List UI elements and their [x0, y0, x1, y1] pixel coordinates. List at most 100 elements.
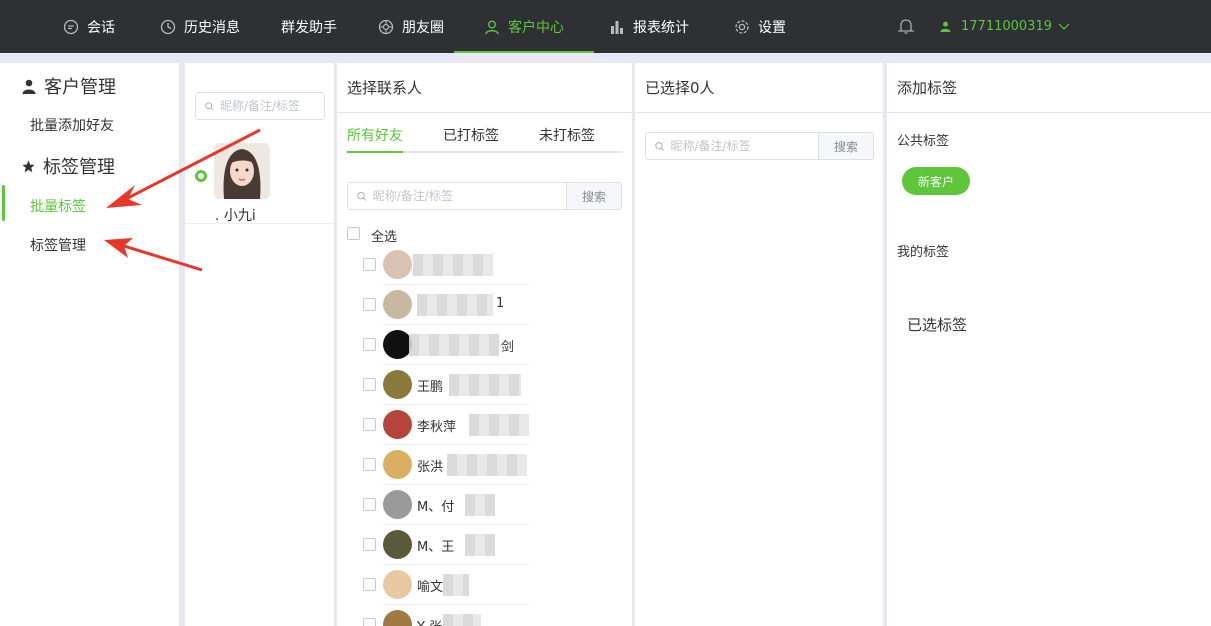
selected-header: 已选择0人 [635, 63, 883, 113]
nav-label: 报表统计 [633, 19, 689, 36]
gear-icon [735, 19, 749, 34]
redacted-name [413, 254, 493, 276]
avatar [383, 490, 412, 519]
redacted-name [465, 494, 495, 516]
nav-item-broadcast[interactable]: 群发助手 [281, 0, 337, 53]
contact-name: M、王 [417, 540, 455, 555]
account-search-input[interactable] [219, 99, 324, 113]
avatar [383, 530, 412, 559]
contact-row[interactable]: 李秋萍 [337, 406, 633, 446]
divider [383, 484, 529, 485]
contacts-search[interactable] [347, 182, 567, 210]
redacted-name [449, 374, 521, 396]
avatar [383, 290, 412, 319]
selected-search-button[interactable]: 搜索 [818, 132, 874, 160]
sidebar: 客户管理 批量添加好友 标签管理 批量标签 标签管理 [0, 63, 180, 626]
nav-label: 会话 [87, 19, 115, 36]
contact-checkbox[interactable] [363, 618, 376, 626]
redacted-name [447, 454, 527, 476]
divider [185, 223, 335, 224]
nav-item-chat[interactable]: 会话 [63, 0, 115, 53]
contact-checkbox[interactable] [363, 298, 376, 311]
contact-checkbox[interactable] [363, 498, 376, 511]
avatar-image [214, 143, 270, 199]
avatar [383, 570, 412, 599]
divider [383, 604, 529, 605]
nav-label: 朋友圈 [402, 19, 444, 36]
select-all-checkbox[interactable] [347, 227, 360, 240]
contact-row[interactable]: M、王 [337, 526, 633, 566]
top-nav: 会话 历史消息 群发助手 朋友圈 客户中心 报表统计 设置 1771100031… [0, 0, 1211, 53]
account-name: . 小九i [215, 208, 256, 224]
contact-checkbox[interactable] [363, 258, 376, 271]
nav-item-reports[interactable]: 报表统计 [609, 0, 689, 53]
nav-label: 历史消息 [184, 19, 240, 36]
person-icon [22, 79, 36, 94]
avatar [383, 610, 412, 626]
nav-label: 群发助手 [281, 19, 337, 36]
tab-all-friends[interactable]: 所有好友 [347, 125, 403, 145]
divider [383, 524, 529, 525]
bar-chart-icon [611, 20, 623, 34]
contact-checkbox[interactable] [363, 458, 376, 471]
account-search[interactable] [195, 92, 325, 120]
contact-row[interactable] [337, 246, 633, 286]
my-tags-label: 我的标签 [897, 245, 950, 260]
nav-label: 客户中心 [508, 19, 564, 36]
nav-item-customer-center[interactable]: 客户中心 [454, 0, 594, 53]
contact-checkbox[interactable] [363, 578, 376, 591]
divider [383, 364, 529, 365]
divider [383, 564, 529, 565]
account-panel: . 小九i [185, 63, 335, 626]
avatar [383, 410, 412, 439]
online-status-icon [195, 170, 207, 182]
nav-item-moments[interactable]: 朋友圈 [378, 0, 444, 53]
sidebar-item-batch-add-friends[interactable]: 批量添加好友 [30, 115, 114, 135]
redacted-name [443, 574, 469, 596]
contact-row[interactable]: M、付 [337, 486, 633, 526]
divider [383, 284, 529, 285]
search-icon [655, 141, 664, 151]
sidebar-item-tag-management[interactable]: 标签管理 [30, 235, 86, 255]
contact-name: 1 [496, 296, 505, 311]
contact-row[interactable]: Y 张 [337, 606, 633, 626]
redacted-name [465, 534, 495, 556]
user-phone: 17711000319 [961, 19, 1052, 34]
active-indicator [2, 185, 5, 221]
nav-label: 设置 [758, 19, 786, 36]
account-avatar[interactable] [214, 143, 270, 199]
contact-row[interactable]: 1 [337, 286, 633, 326]
user-icon [940, 21, 951, 32]
contact-checkbox[interactable] [363, 418, 376, 431]
tab-tagged[interactable]: 已打标签 [443, 125, 499, 145]
contact-row[interactable]: 剑 [337, 326, 633, 366]
contact-checkbox[interactable] [363, 338, 376, 351]
redacted-name [469, 414, 529, 436]
nav-item-settings[interactable]: 设置 [734, 0, 786, 53]
user-icon [485, 20, 499, 34]
selected-search-input[interactable] [670, 139, 818, 153]
contact-name: 张洪 [417, 460, 444, 475]
divider [383, 404, 529, 405]
contact-name: M、付 [417, 500, 455, 515]
user-menu[interactable]: 17711000319 [940, 0, 1080, 53]
page-background [0, 53, 1211, 63]
redacted-name [417, 294, 493, 316]
contact-checkbox[interactable] [363, 538, 376, 551]
bell-icon[interactable] [897, 17, 915, 35]
contact-row[interactable]: 王鹏 [337, 366, 633, 406]
nav-item-history[interactable]: 历史消息 [160, 0, 240, 53]
tags-panel: 添加标签 公共标签 新客户 我的标签 已选标签 [887, 63, 1211, 626]
selected-search[interactable] [645, 132, 819, 160]
contact-checkbox[interactable] [363, 378, 376, 391]
tags-header: 添加标签 [887, 63, 1211, 113]
tag-new-customer[interactable]: 新客户 [902, 167, 970, 195]
sidebar-item-batch-tag[interactable]: 批量标签 [30, 196, 86, 216]
contacts-search-button[interactable]: 搜索 [566, 182, 622, 210]
tab-untagged[interactable]: 未打标签 [539, 125, 595, 145]
contact-row[interactable]: 喻文 [337, 566, 633, 606]
contact-tabs: 所有好友 已打标签 未打标签 [347, 113, 623, 153]
contact-row[interactable]: 张洪 [337, 446, 633, 486]
contacts-search-input[interactable] [372, 189, 566, 203]
redacted-name [443, 614, 481, 626]
